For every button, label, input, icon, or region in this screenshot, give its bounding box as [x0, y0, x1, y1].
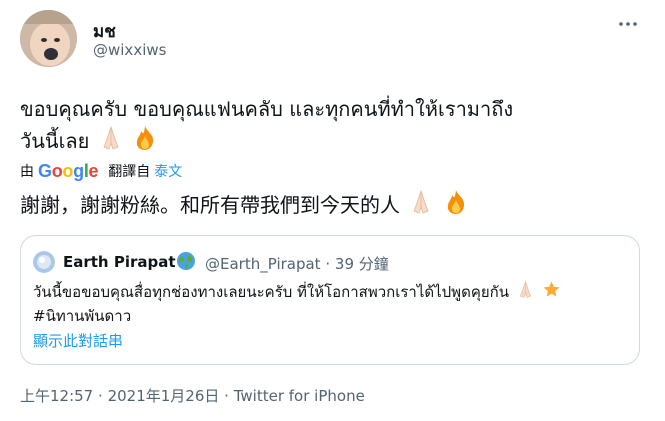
google-logo: Google — [38, 160, 99, 181]
earth-photo-icon — [33, 251, 55, 273]
quoted-time[interactable]: 39 分鐘 — [335, 255, 389, 273]
source-language-link[interactable]: 泰文 — [154, 161, 182, 181]
user-handle[interactable]: @wixxiws — [93, 41, 166, 59]
translation-attribution: 由 Google 翻譯自 泰文 — [20, 160, 182, 182]
more-options-icon[interactable] — [616, 16, 640, 32]
fire-icon — [443, 189, 469, 224]
tweet-text-line-2-text: วันนี้เลย — [20, 129, 90, 153]
translated-from-label: 翻譯自 — [108, 164, 151, 180]
quoted-display-name[interactable]: Earth Pirapat — [63, 253, 176, 271]
folded-hands-icon — [408, 189, 434, 224]
quoted-text-content: วันนี้ขอขอบคุณสื่อทุกช่องทางเลยนะครับ ที… — [33, 283, 509, 301]
avatar[interactable] — [20, 10, 77, 67]
footer-separator-2: · — [224, 387, 229, 405]
tweet-text-line-2: วันนี้เลย — [20, 125, 650, 160]
show-thread-link[interactable]: 顯示此對話串 — [33, 330, 123, 351]
fire-icon — [132, 125, 158, 160]
tweet-text: ขอบคุณครับ ขอบคุณแฟนคลับ และทุกคนที่ทำให… — [20, 93, 650, 160]
quoted-handle[interactable]: @Earth_Pirapat — [205, 255, 321, 273]
star-icon — [542, 280, 561, 305]
globe-icon — [176, 251, 196, 271]
quoted-avatar[interactable] — [33, 251, 55, 273]
tweet-timestamp: 上午12:57 · 2021年1月26日 · Twitter for iPhon… — [20, 385, 365, 406]
tweet-source[interactable]: Twitter for iPhone — [234, 387, 365, 405]
translated-text: 謝謝，謝謝粉絲。和所有帶我們到今天的人 — [20, 189, 469, 224]
quoted-hashtag[interactable]: #นิทานพันดาว — [33, 305, 623, 327]
folded-hands-icon — [98, 125, 124, 160]
translated-text-content: 謝謝，謝謝粉絲。和所有帶我們到今天的人 — [20, 193, 400, 217]
tweet-text-line-1: ขอบคุณครับ ขอบคุณแฟนคลับ และทุกคนที่ทำให… — [20, 97, 514, 121]
translated-by-label: 由 — [20, 164, 34, 180]
footer-separator-1: · — [98, 387, 103, 405]
quoted-text: วันนี้ขอขอบคุณสื่อทุกช่องทางเลยนะครับ ที… — [33, 280, 623, 327]
tweet-date[interactable]: 2021年1月26日 — [108, 387, 220, 405]
quoted-text-line-1: วันนี้ขอขอบคุณสื่อทุกช่องทางเลยนะครับ ที… — [33, 280, 623, 305]
meta-separator: · — [325, 255, 331, 273]
quoted-tweet-card[interactable]: Earth Pirapat @Earth_Pirapat · 39 分鐘 วัน… — [20, 235, 640, 365]
baby-photo-icon — [20, 10, 77, 67]
folded-hands-icon — [516, 280, 535, 305]
quoted-meta: @Earth_Pirapat · 39 分鐘 — [205, 253, 389, 274]
tweet-time[interactable]: 上午12:57 — [20, 387, 93, 405]
